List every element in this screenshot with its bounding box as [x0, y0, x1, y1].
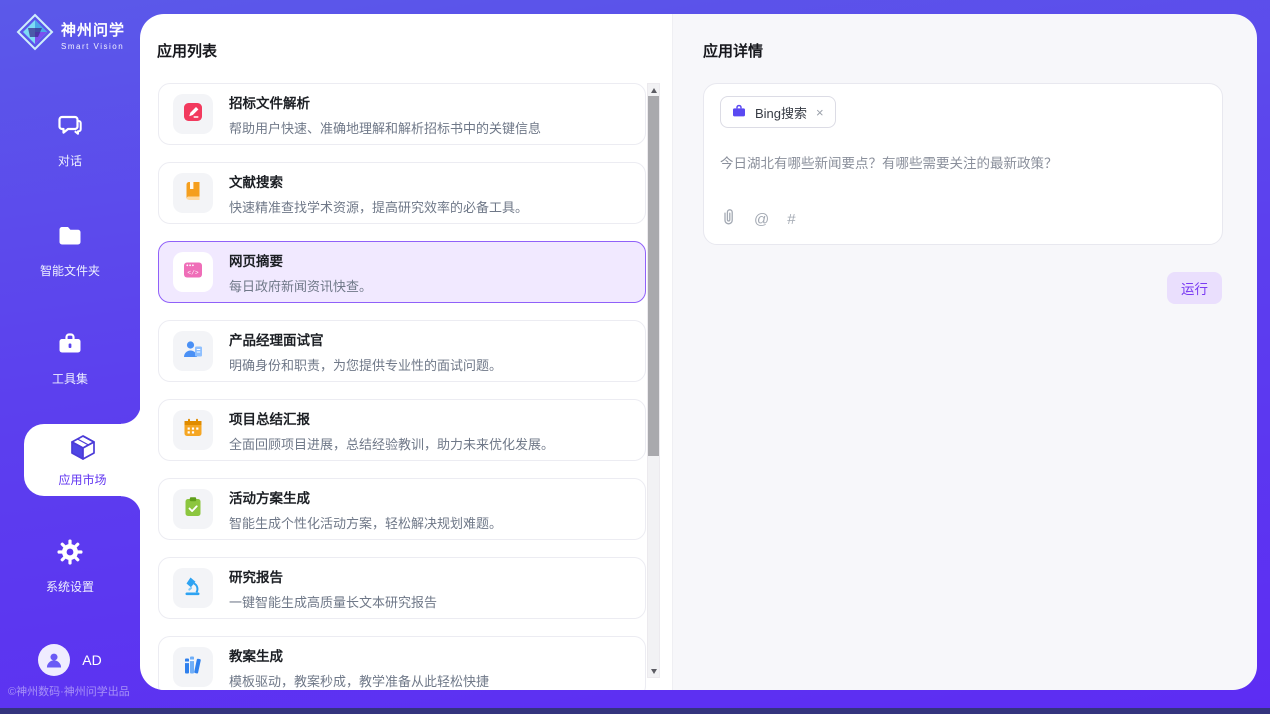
app-card-description: 智能生成个性化活动方案，轻松解决规划难题。: [229, 513, 502, 532]
app-card-description: 全面回顾项目进展，总结经验教训，助力未来优化发展。: [229, 434, 554, 453]
app-card-pm-interviewer[interactable]: 产品经理面试官 明确身份和职责，为您提供专业性的面试问题。: [158, 320, 646, 382]
run-button[interactable]: 运行: [1167, 272, 1222, 304]
app-card-description: 帮助用户快速、准确地理解和解析招标书中的关键信息: [229, 118, 541, 137]
app-card-title: 研究报告: [229, 566, 437, 586]
sidebar-item-label: 工具集: [52, 370, 88, 387]
prompt-text[interactable]: 今日湖北有哪些新闻要点？有哪些需要关注的最新政策？: [720, 152, 1206, 172]
sidebar-item-label: 应用市场: [58, 471, 106, 488]
briefcase-icon: [56, 330, 84, 363]
app-card-title: 活动方案生成: [229, 487, 502, 507]
app-card-description: 一键智能生成高质量长文本研究报告: [229, 592, 437, 611]
sidebar-item-label: 系统设置: [46, 578, 94, 595]
app-card-project-summary[interactable]: 项目总结汇报 全面回顾项目进展，总结经验教训，助力未来优化发展。: [158, 399, 646, 461]
bottom-edge-divider: [0, 708, 1270, 714]
app-card-lesson-plan-generation[interactable]: 教案生成 模板驱动，教案秒成，教学准备从此轻松快捷: [158, 636, 646, 690]
app-card-title: 产品经理面试官: [229, 329, 502, 349]
person-icon: [44, 650, 64, 670]
tool-tag-label: Bing搜索: [755, 103, 807, 122]
interviewer-icon: [181, 337, 205, 366]
app-card-description: 明确身份和职责，为您提供专业性的面试问题。: [229, 355, 502, 374]
close-icon[interactable]: ×: [815, 105, 825, 120]
app-card-title: 文献搜索: [229, 171, 528, 191]
app-card-literature-search[interactable]: 文献搜索 快速精准查找学术资源，提高研究效率的必备工具。: [158, 162, 646, 224]
avatar: [38, 644, 70, 676]
hash-icon[interactable]: #: [787, 211, 795, 228]
sidebar-item-label: 智能文件夹: [40, 262, 100, 279]
scroll-up-arrow-icon[interactable]: [648, 84, 659, 96]
app-list-title: 应用列表: [157, 40, 217, 61]
paperclip-icon[interactable]: [721, 208, 736, 230]
app-card-research-report[interactable]: 研究报告 一键智能生成高质量长文本研究报告: [158, 557, 646, 619]
composer-toolbar: @ #: [721, 208, 796, 230]
app-card-description: 模板驱动，教案秒成，教学准备从此轻松快捷: [229, 671, 489, 690]
app-card-title: 招标文件解析: [229, 92, 541, 112]
app-window: 神州问学 Smart Vision 对话 智能文件夹: [0, 0, 1270, 714]
tool-tag-bing-search[interactable]: Bing搜索 ×: [720, 96, 836, 128]
scrollbar-thumb[interactable]: [648, 96, 659, 456]
user-account[interactable]: AD: [0, 644, 140, 676]
app-detail-panel: 应用详情 Bing搜索 × 今日湖北有哪些新闻要点？有哪些需要关注的最新政策？: [672, 14, 1257, 690]
app-card-list: 招标文件解析 帮助用户快速、准确地理解和解析招标书中的关键信息: [158, 83, 646, 690]
gear-icon: [56, 538, 84, 571]
microscope-icon: [181, 574, 205, 603]
app-detail-title: 应用详情: [703, 40, 763, 61]
brand-logo: 神州问学 Smart Vision: [16, 13, 125, 56]
scroll-down-arrow-icon[interactable]: [648, 665, 659, 677]
app-card-description: 快速精准查找学术资源，提高研究效率的必备工具。: [229, 197, 528, 216]
clipboard-check-icon: [181, 495, 205, 524]
sidebar-item-toolset[interactable]: 工具集: [0, 330, 140, 387]
pen-square-icon: [181, 100, 205, 129]
sidebar-item-settings[interactable]: 系统设置: [0, 538, 140, 595]
brand-subtitle: Smart Vision: [61, 42, 125, 51]
app-list-panel: 应用列表 招标文件解析 帮助用户快速: [140, 14, 672, 690]
book-icon: [181, 179, 205, 208]
app-card-web-summary[interactable]: </> 网页摘要 每日政府新闻资讯快查。: [158, 241, 646, 303]
prompt-card: Bing搜索 × 今日湖北有哪些新闻要点？有哪些需要关注的最新政策？ @ #: [703, 83, 1223, 245]
sidebar-item-chat[interactable]: 对话: [0, 112, 140, 169]
copyright-text: ©神州数码·神州问学出品: [8, 683, 130, 699]
sidebar-item-app-market[interactable]: 应用市场: [24, 424, 141, 496]
mention-icon[interactable]: @: [754, 211, 769, 228]
app-card-description: 每日政府新闻资讯快查。: [229, 276, 372, 295]
cube-icon: [69, 433, 97, 466]
app-card-title: 项目总结汇报: [229, 408, 554, 428]
content-area: 应用列表 招标文件解析 帮助用户快速: [140, 14, 1257, 690]
folder-icon: [56, 222, 84, 255]
user-initials: AD: [82, 652, 101, 668]
svg-text:</>: </>: [187, 269, 198, 276]
app-list-scrollbar[interactable]: [647, 83, 660, 678]
sidebar-item-smart-folders[interactable]: 智能文件夹: [0, 222, 140, 279]
app-card-title: 网页摘要: [229, 250, 372, 270]
app-card-event-plan-generation[interactable]: 活动方案生成 智能生成个性化活动方案，轻松解决规划难题。: [158, 478, 646, 540]
sidebar-item-label: 对话: [58, 152, 82, 169]
app-card-bid-document-parsing[interactable]: 招标文件解析 帮助用户快速、准确地理解和解析招标书中的关键信息: [158, 83, 646, 145]
sidebar: 神州问学 Smart Vision 对话 智能文件夹: [0, 0, 140, 714]
books-icon: [181, 653, 205, 682]
calendar-icon: [181, 416, 205, 445]
chat-icon: [56, 112, 84, 145]
browser-code-icon: </>: [181, 258, 205, 287]
brand-name: 神州问学: [61, 19, 125, 40]
diamond-logo-icon: [16, 13, 54, 56]
briefcase-icon: [731, 103, 747, 122]
app-card-title: 教案生成: [229, 645, 489, 665]
